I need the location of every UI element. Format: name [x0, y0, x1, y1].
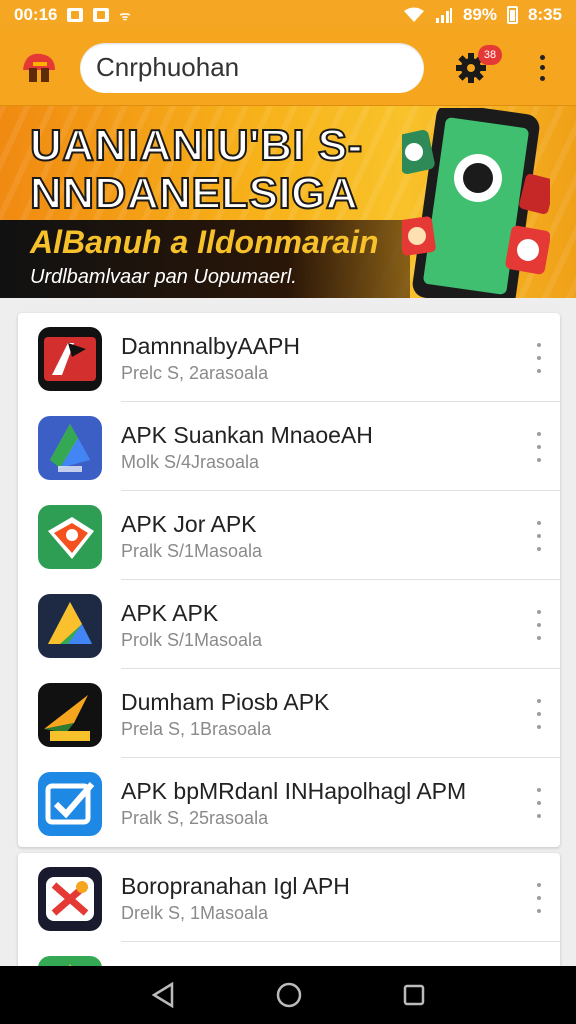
dot-icon: [537, 788, 541, 792]
dot-icon: [537, 534, 541, 538]
app-meta: Prelc S, 2arasoala: [121, 363, 269, 383]
item-menu-button[interactable]: [534, 432, 544, 462]
battery-icon: [506, 6, 518, 24]
app-title: APK bpMRdanl INHapolhagl APM: [121, 778, 467, 804]
dot-icon: [537, 712, 541, 716]
dot-icon: [537, 814, 541, 818]
list-item[interactable]: APK Jor APK Pralk S/1Masoala: [18, 491, 560, 580]
system-nav-bar: [0, 966, 576, 1024]
dot-icon: [539, 65, 545, 70]
status-bar: 00:16 ᯤ 89% 8:35: [0, 0, 576, 30]
app-meta: Prela S, 1Brasoala: [121, 719, 272, 739]
dot-icon: [539, 54, 545, 60]
battery-percent: 89%: [462, 5, 497, 24]
drive-triangle-icon: [38, 416, 102, 480]
dot-icon: [537, 610, 541, 614]
back-icon[interactable]: [150, 981, 176, 1009]
item-menu-button[interactable]: [534, 699, 544, 729]
dot-icon: [537, 432, 541, 436]
item-menu-button[interactable]: [534, 610, 544, 640]
dot-icon: [539, 75, 545, 81]
app-notification-icon: [93, 8, 110, 22]
signal-icon: [435, 8, 452, 23]
list-item[interactable]: DamnnalbyAAPH Prelc S, 2arasoala: [18, 313, 560, 402]
vibrate-icon: ᯤ: [119, 8, 131, 23]
app-title: DamnnalbyAAPH: [121, 333, 300, 359]
app-title: APK APK: [121, 600, 219, 626]
app-list-card: DamnnalbyAAPH Prelc S, 2arasoala APK Sua…: [18, 313, 560, 847]
list-item[interactable]: Boropranahan Igl APH Drelk S, 1Masoala: [18, 853, 560, 942]
list-item[interactable]: APK APK Prolk S/1Masoala: [18, 580, 560, 669]
app-title: Dumham Piosb APK: [121, 689, 330, 715]
list-item[interactable]: APK bpMRdanl INHapolhagl APM Pralk S, 25…: [18, 758, 560, 847]
wifi-icon: [403, 7, 424, 22]
item-menu-button[interactable]: [534, 883, 544, 913]
dot-icon: [537, 636, 541, 640]
banner-subtitle: AlBanuh a Ildonmarain: [30, 224, 379, 260]
app-logo-icon: [23, 53, 55, 82]
app-title: APK Suankan MnaoeAH: [121, 422, 373, 448]
overflow-menu-button[interactable]: [534, 53, 550, 83]
dot-icon: [537, 725, 541, 729]
recents-icon[interactable]: [402, 983, 426, 1007]
green-tag-icon: [38, 505, 102, 569]
list-item[interactable]: APK Suankan MnaoeAH Molk S/4Jrasoala: [18, 402, 560, 491]
dot-icon: [537, 356, 541, 360]
dot-icon: [537, 699, 541, 703]
app-meta: Prolk S/1Masoala: [121, 630, 263, 650]
dot-icon: [537, 458, 541, 462]
app-toolbar: Cnrphuohan 38: [0, 30, 576, 106]
banner-title-line1: UANIANIU'BI S-: [29, 121, 363, 171]
app-meta: Molk S/4Jrasoala: [121, 452, 260, 472]
dot-icon: [537, 801, 541, 805]
home-icon[interactable]: [275, 981, 303, 1009]
app-meta: Pralk S/1Masoala: [121, 541, 263, 561]
banner-title: UANIANIU'BI S- NNDANELSIGA: [29, 121, 363, 219]
phone-illustration-icon: [402, 108, 550, 298]
dot-icon: [537, 521, 541, 525]
dark-arrow-icon: [38, 683, 102, 747]
app-title: Boropranahan Igl APH: [121, 873, 350, 899]
dot-icon: [537, 547, 541, 551]
drive-arrow-icon: [38, 594, 102, 658]
app-meta: Pralk S, 25rasoala: [121, 808, 269, 828]
notification-icon: [67, 8, 84, 22]
search-input[interactable]: Cnrphuohan: [80, 42, 424, 93]
dot-icon: [537, 909, 541, 913]
dot-icon: [537, 343, 541, 347]
item-menu-button[interactable]: [534, 521, 544, 551]
banner-title-line2: NNDANELSIGA: [29, 169, 359, 219]
dot-icon: [537, 623, 541, 627]
red-flag-icon: [38, 327, 102, 391]
blue-check-icon: [38, 772, 102, 836]
settings-button[interactable]: 38: [454, 44, 502, 85]
item-menu-button[interactable]: [534, 788, 544, 818]
app-meta: Drelk S, 1Masoala: [121, 903, 269, 923]
dot-icon: [537, 445, 541, 449]
status-clock-right: 8:35: [527, 5, 562, 24]
dot-icon: [537, 896, 541, 900]
banner-tagline: Urdlbamlvaar pan Uopumaerl.: [30, 266, 297, 288]
item-menu-button[interactable]: [534, 343, 544, 373]
promo-banner[interactable]: UANIANIU'BI S- NNDANELSIGA AlBanuh a Ild…: [0, 106, 576, 298]
app-logo[interactable]: [16, 45, 62, 91]
app-list-card: Boropranahan Igl APH Drelk S, 1Masoala A…: [18, 853, 560, 973]
app-title: APK Jor APK: [121, 511, 257, 537]
dot-icon: [537, 883, 541, 887]
x-badge-icon: [38, 867, 102, 931]
notification-badge: 38: [478, 44, 502, 65]
dot-icon: [537, 369, 541, 373]
search-input-value: Cnrphuohan: [96, 52, 240, 82]
status-time: 00:16: [14, 5, 58, 24]
list-item[interactable]: Dumham Piosb APK Prela S, 1Brasoala: [18, 669, 560, 758]
